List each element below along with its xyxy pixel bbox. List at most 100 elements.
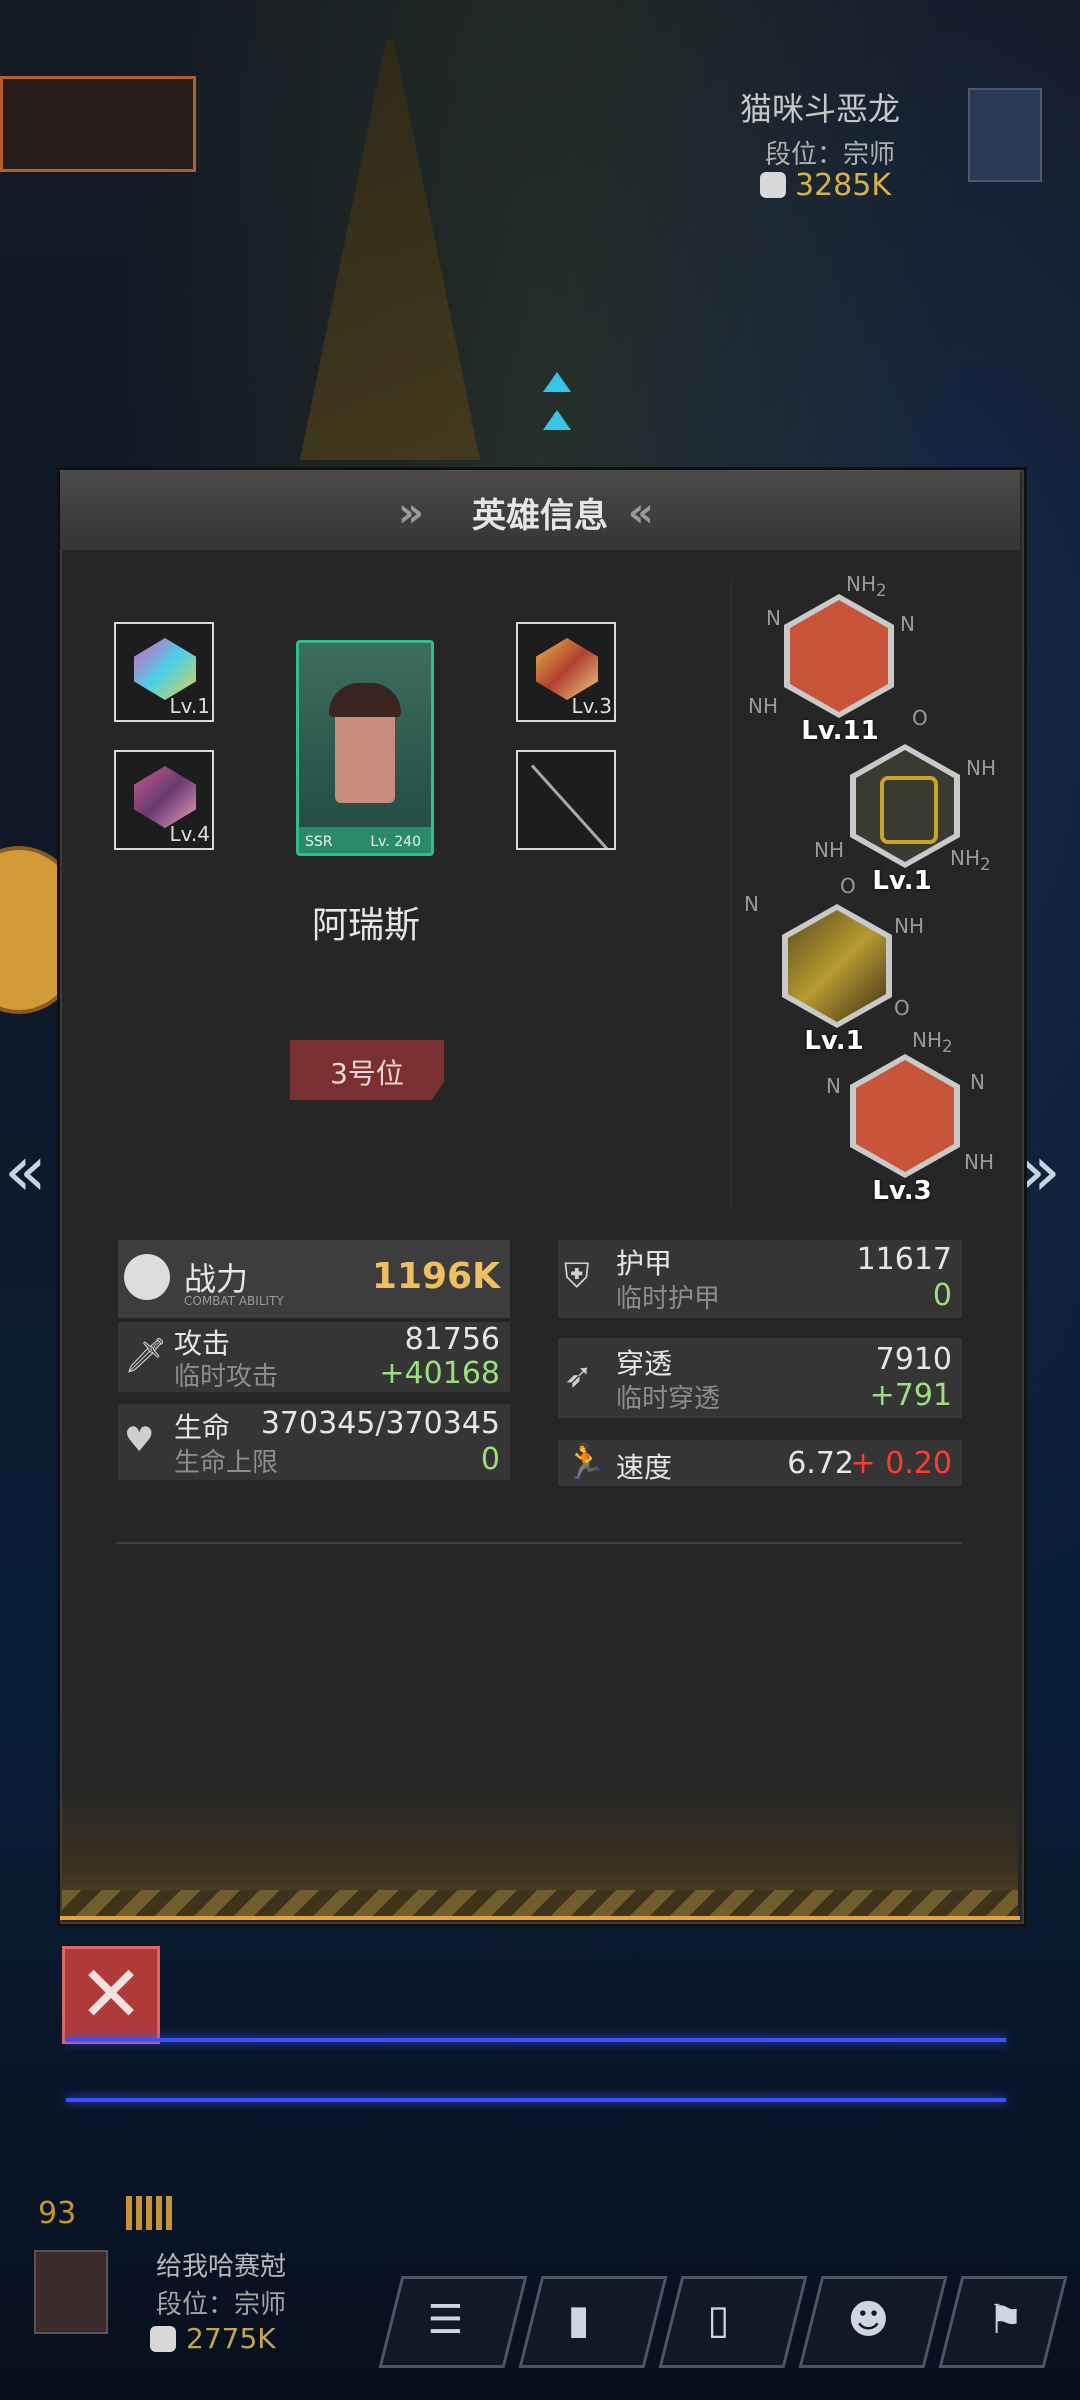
speed-label: 速度 <box>616 1451 673 1484</box>
heart-icon: ♥ <box>124 1420 155 1460</box>
close-icon: ✕ <box>78 1950 144 2040</box>
pierce-value: 7910 <box>875 1342 952 1377</box>
chem-n-2: N <box>900 612 915 636</box>
chem-nh-2: NH <box>966 756 996 780</box>
armor-stat-row: ⛨ 护甲 临时护甲 11617 0 <box>558 1240 962 1318</box>
opponent-hero-portrait[interactable] <box>0 76 196 172</box>
shield-icon: ⛨ <box>564 1256 590 1296</box>
skill-flame-icon <box>790 600 888 712</box>
armor-sub-label: 临时护甲 <box>616 1284 721 1314</box>
footer-stripes <box>62 1890 1018 1916</box>
opponent-power: 3285K <box>795 168 892 203</box>
equipment-level: Lv.1 <box>169 694 210 718</box>
power-icon <box>150 2326 176 2352</box>
flag-icon: ⚑ <box>987 2297 1024 2343</box>
player-power: 2775K <box>186 2322 276 2355</box>
player-name: 给我哈赛尅 <box>156 2252 287 2282</box>
gem-icon <box>536 638 598 700</box>
player-avatar[interactable] <box>34 2250 108 2334</box>
hp-stat-row: ♥ 生命 生命上限 370345/370345 0 <box>118 1404 510 1480</box>
armor-bonus: 0 <box>932 1278 952 1313</box>
chem-sub: 2 <box>942 1037 953 1056</box>
chem-n-5: N <box>970 1070 985 1094</box>
hero-level: Lv. 240 <box>370 834 421 850</box>
equipment-slot-2[interactable]: Lv.4 <box>114 750 214 850</box>
chem-text: NH <box>912 1028 942 1052</box>
skill-runner-icon <box>856 750 954 862</box>
running-icon: 🏃 <box>564 1442 607 1482</box>
skill-1-level: Lv.11 <box>801 716 879 746</box>
emoji-icon: ☻ <box>847 2297 890 2343</box>
gem-icon <box>134 638 196 700</box>
speed-stat-row: 🏃 速度 6.72 + 0.20 <box>558 1440 962 1486</box>
chem-sub: 2 <box>980 855 991 874</box>
ping-value: 93 <box>38 2196 77 2231</box>
up-arrow-icon <box>543 372 571 392</box>
opponent-avatar[interactable] <box>968 88 1042 182</box>
chem-nh-1: NH <box>748 694 778 718</box>
attack-value: 81756 <box>404 1322 500 1357</box>
tab-item[interactable]: ▯ <box>658 2276 808 2368</box>
hp-bonus: 0 <box>480 1442 500 1477</box>
chem-text: NH <box>950 846 980 870</box>
hp-value: 370345/370345 <box>260 1406 500 1441</box>
fist-icon <box>124 1254 170 1300</box>
footer-line <box>60 1916 1020 1920</box>
equipment-level: Lv.4 <box>169 822 210 846</box>
tab-stats[interactable]: ▮ <box>518 2276 668 2368</box>
pierce-icon: ➶ <box>564 1356 593 1396</box>
speed-value: 6.72 <box>787 1446 854 1481</box>
chem-n-3: N <box>744 892 759 916</box>
panel-title: 英雄信息 <box>472 496 608 536</box>
item-icon: ▯ <box>707 2297 730 2343</box>
skill-burst-icon <box>788 910 886 1022</box>
chem-sub: 2 <box>876 581 887 600</box>
power-value: 1196K <box>371 1256 500 1297</box>
tab-profile[interactable]: ☰ <box>378 2276 528 2368</box>
chem-o-1: O <box>912 706 928 730</box>
attack-sub-label: 临时攻击 <box>174 1362 279 1392</box>
equipment-slot-1[interactable]: Lv.1 <box>114 622 214 722</box>
pierce-stat-row: ➶ 穿透 临时穿透 7910 +791 <box>558 1338 962 1418</box>
attack-bonus: +40168 <box>379 1356 500 1391</box>
skill-demon-icon <box>856 1060 954 1172</box>
panel-header: » 英雄信息 « <box>60 470 1020 550</box>
right-arrow-icon[interactable]: » <box>1018 1130 1061 1212</box>
attack-stat-row: 🗡 攻击 临时攻击 81756 +40168 <box>118 1322 510 1392</box>
close-button[interactable]: ✕ <box>62 1946 160 2044</box>
gem-icon <box>134 766 196 828</box>
speed-bonus: + 0.20 <box>850 1446 952 1481</box>
chem-nh2-1: NH2 <box>846 572 887 600</box>
chevron-left-icon: « <box>628 490 654 536</box>
power-icon <box>760 172 786 198</box>
chem-n-4: N <box>826 1074 841 1098</box>
player-rank: 段位：宗师 <box>156 2290 287 2320</box>
up-arrow-icon <box>543 410 571 430</box>
skill-4-level: Lv.3 <box>872 1176 932 1206</box>
sword-icon: 🗡 <box>124 1336 168 1376</box>
profile-icon: ☰ <box>427 2297 464 2343</box>
equipment-slot-4-empty[interactable] <box>516 750 616 850</box>
hero-sprite-hair <box>329 683 401 717</box>
position-badge: 3号位 <box>290 1040 444 1100</box>
position-label: 3号位 <box>330 1057 404 1090</box>
hp-sub-label: 生命上限 <box>174 1448 279 1478</box>
left-arrow-icon[interactable]: « <box>4 1130 47 1212</box>
chem-o-2: O <box>840 874 856 898</box>
tab-emoji[interactable]: ☻ <box>798 2276 948 2368</box>
hero-card[interactable]: SSR Lv. 240 <box>296 640 434 856</box>
power-stat-row: 战力 COMBAT ABILITY 1196K <box>118 1240 510 1318</box>
chem-text: NH <box>846 572 876 596</box>
chem-n-1: N <box>766 606 781 630</box>
chem-nh-3: NH <box>814 838 844 862</box>
opponent-rank: 段位：宗师 <box>765 140 896 170</box>
arena-line <box>66 2038 1006 2042</box>
skill-3-level: Lv.1 <box>804 1026 864 1056</box>
armor-label: 护甲 <box>616 1247 673 1280</box>
signal-icon <box>126 2196 176 2230</box>
skill-2-level: Lv.1 <box>872 866 932 896</box>
pierce-sub-label: 临时穿透 <box>616 1384 721 1414</box>
hero-rarity: SSR <box>305 834 333 850</box>
arena-line <box>66 2098 1006 2102</box>
equipment-slot-3[interactable]: Lv.3 <box>516 622 616 722</box>
